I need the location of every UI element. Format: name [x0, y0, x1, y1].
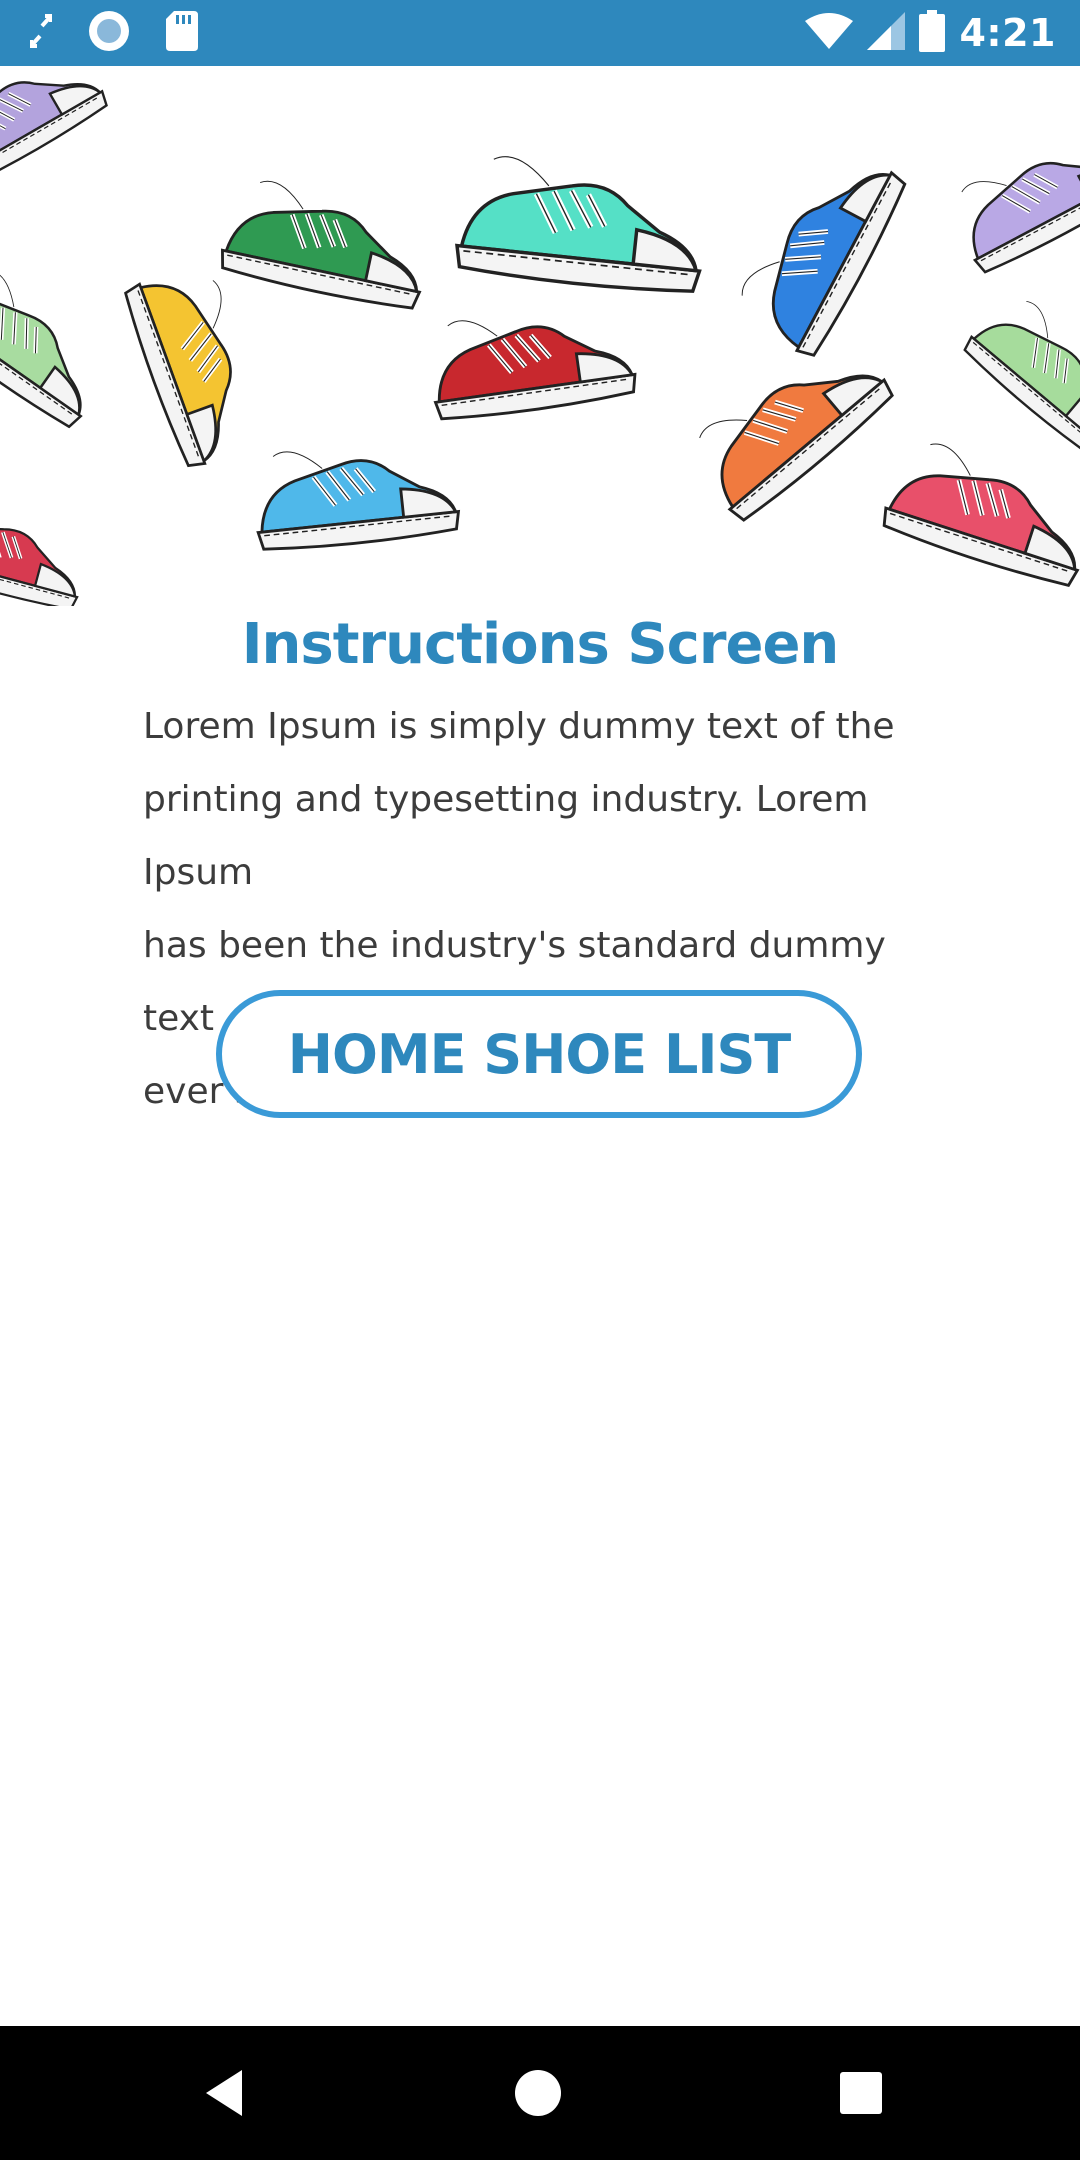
status-bar-notifications: [29, 10, 198, 56]
home-shoe-list-button-label: HOME SHOE LIST: [287, 1022, 791, 1086]
status-time: 4:21: [959, 11, 1056, 55]
circle-app-icon: [88, 10, 130, 56]
sneaker-lilac-icon: [942, 114, 1080, 276]
sneaker-pink-icon: [879, 434, 1080, 590]
sneaker-orange-icon: [680, 321, 897, 526]
back-icon[interactable]: [200, 2066, 254, 2120]
navigation-bar: [0, 2026, 1080, 2160]
sneaker-lightgreen-right-icon: [960, 287, 1080, 459]
sd-card-icon: [166, 11, 198, 55]
sneaker-teal-icon: [454, 152, 709, 296]
sneaker-green-icon: [218, 175, 435, 313]
sneaker-yellow-icon: [121, 259, 274, 470]
sneaker-blue-icon: [729, 136, 910, 360]
sneaker-lightgreen-left-icon: [0, 256, 120, 431]
status-bar-system: 4:21: [805, 6, 1056, 60]
recents-icon[interactable]: [834, 2066, 888, 2120]
instructions-line: printing and typesetting industry. Lorem…: [143, 779, 869, 893]
sneaker-red-icon: [425, 298, 638, 423]
sneaker-skyblue-icon: [250, 435, 461, 554]
sneaker-purple-icon: [0, 66, 111, 191]
hero-sneakers-image: [0, 66, 1080, 606]
status-bar: 4:21: [0, 0, 1080, 66]
battery-icon: [919, 10, 946, 56]
sync-icon: [29, 14, 53, 52]
home-icon[interactable]: [511, 2066, 565, 2120]
sneaker-crimson-icon: [0, 495, 95, 606]
instructions-line: Lorem Ipsum is simply dummy text of the: [143, 706, 895, 747]
home-shoe-list-button[interactable]: HOME SHOE LIST: [216, 990, 862, 1118]
page-title: Instructions Screen: [241, 612, 840, 677]
signal-icon: [867, 12, 906, 54]
wifi-icon: [805, 13, 854, 53]
